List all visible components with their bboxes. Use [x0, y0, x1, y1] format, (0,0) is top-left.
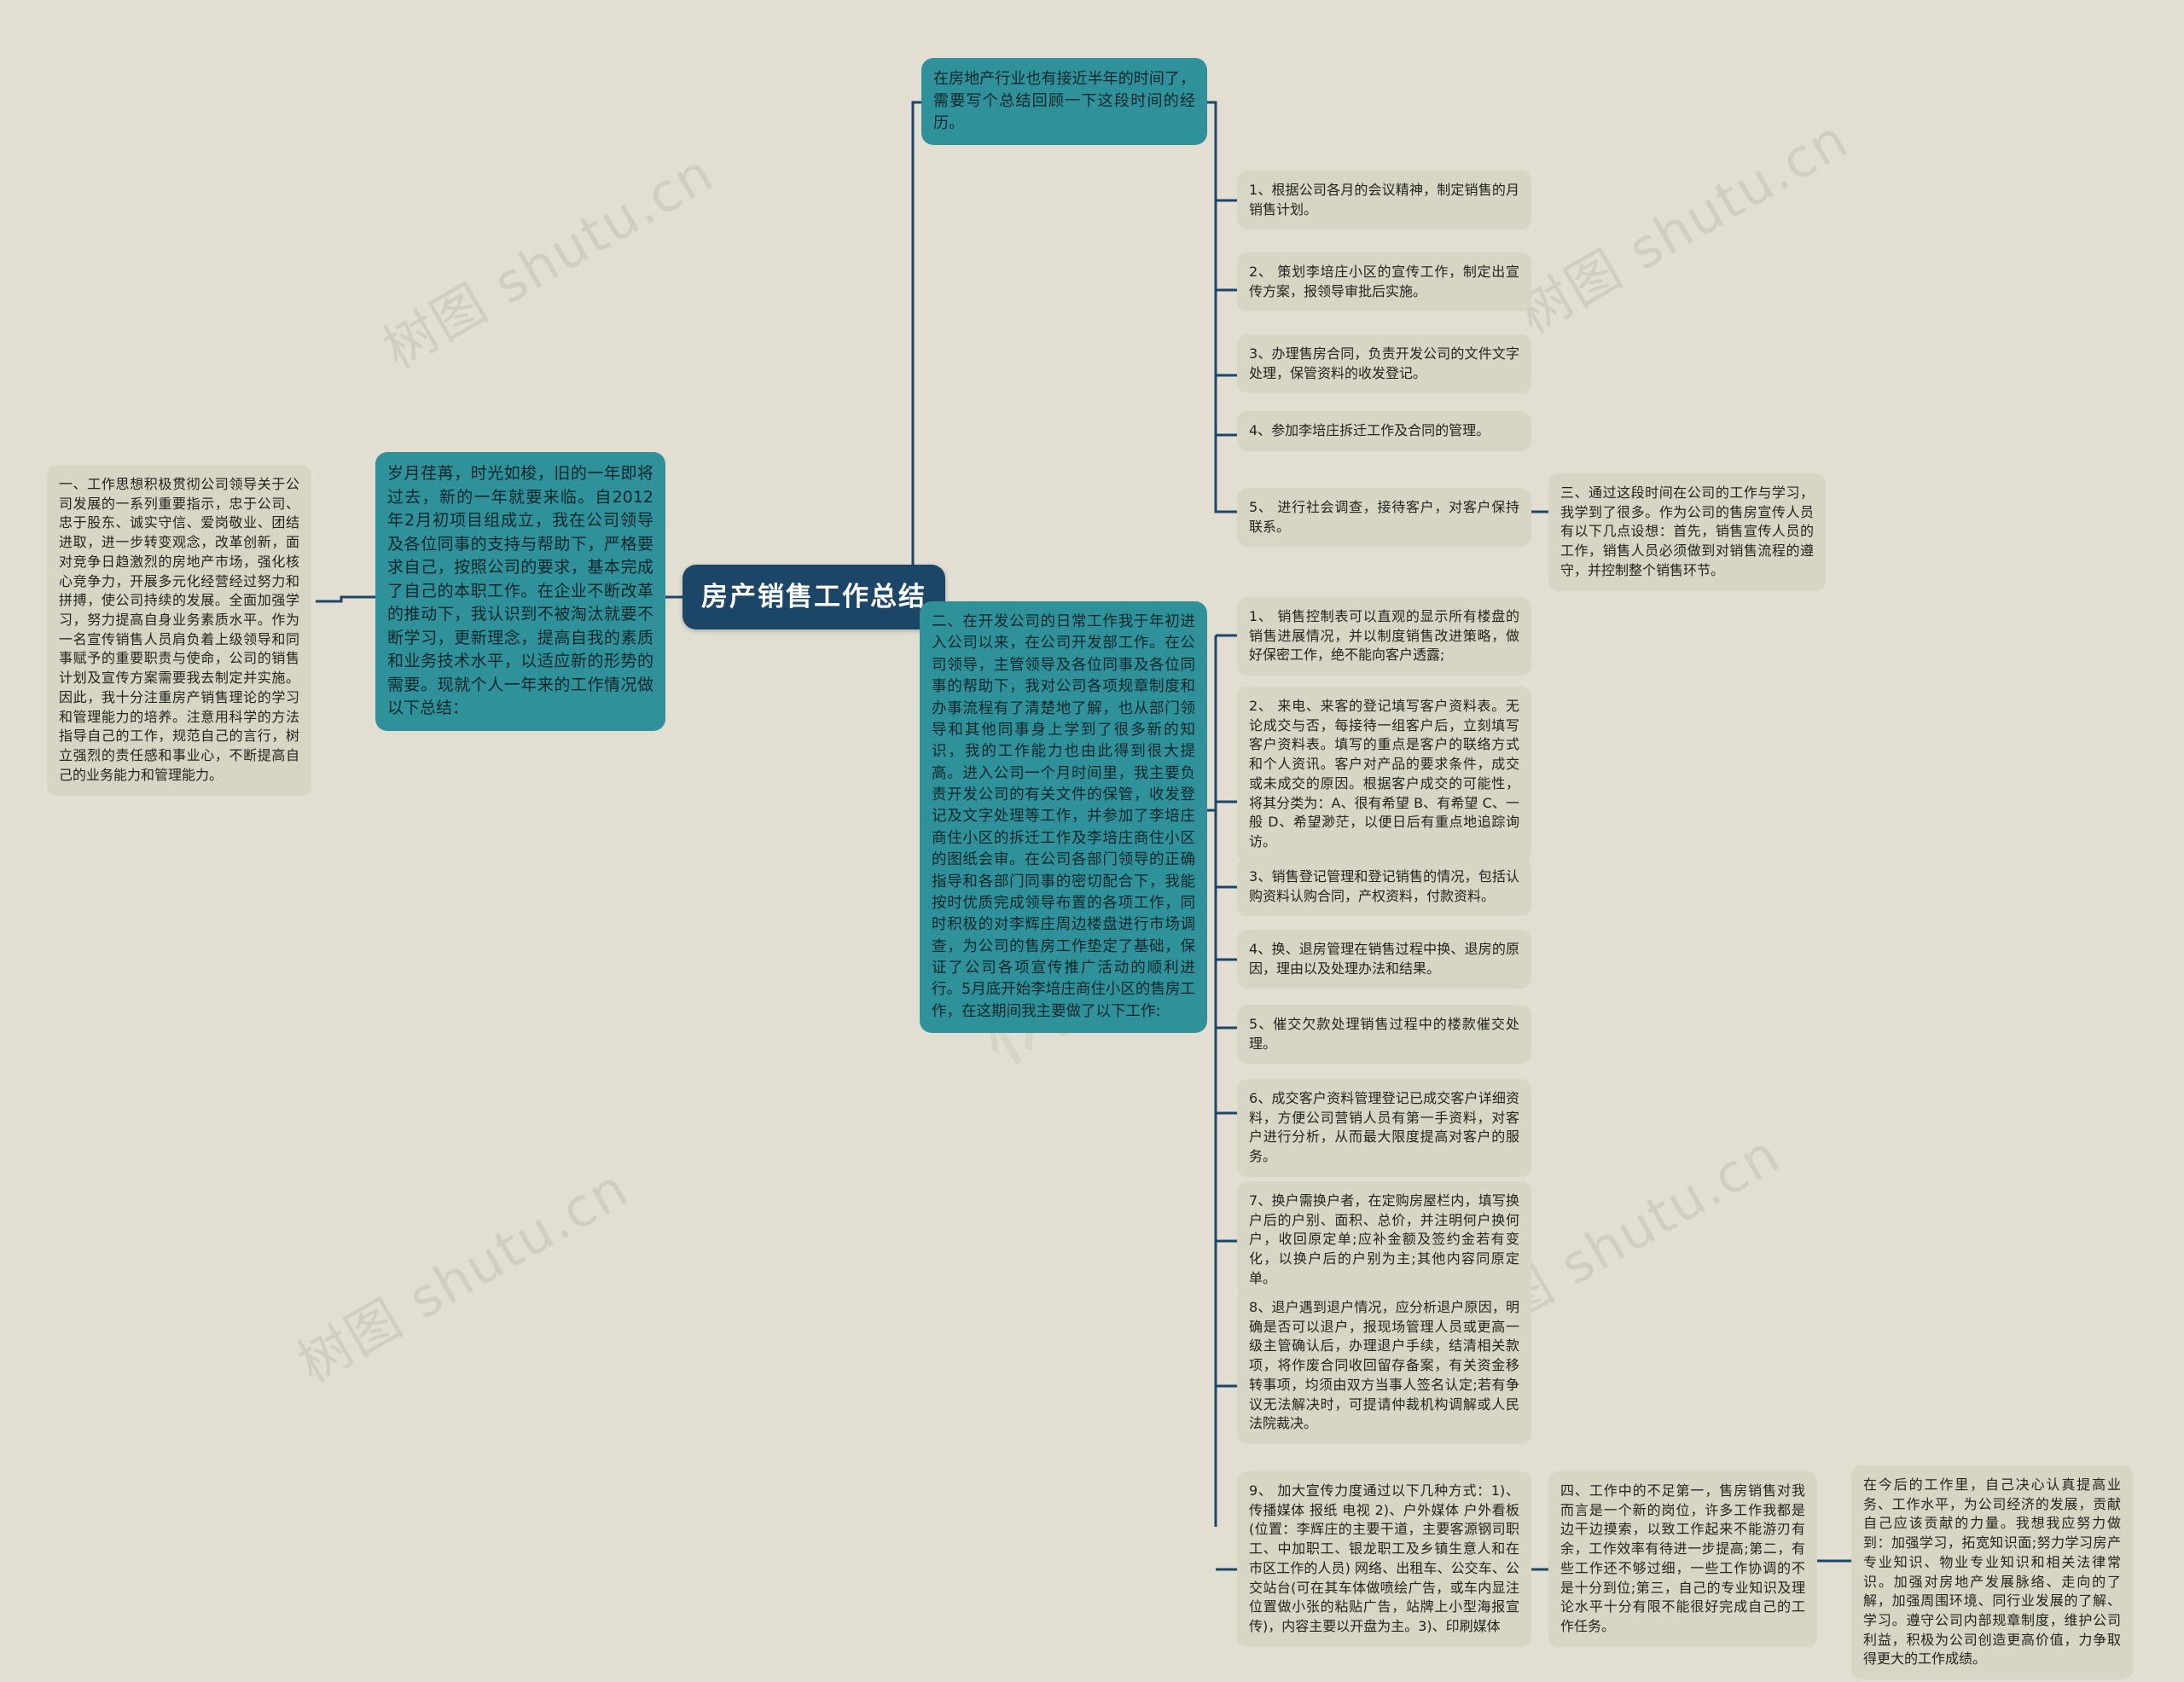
list-item[interactable]: 5、催交欠款处理销售过程中的楼款催交处理。 — [1237, 1005, 1531, 1064]
root-title: 房产销售工作总结 — [701, 582, 926, 612]
list-item[interactable]: 4、参加李培庄拆迁工作及合同的管理。 — [1237, 411, 1531, 451]
list-item-text: 8、退户遇到退户情况，应分析退户原因，明确是否可以退户，报现场管理人员或更高一级… — [1249, 1299, 1519, 1432]
node-intro-teal[interactable]: 岁月荏苒，时光如梭，旧的一年即将过去，新的一年就要来临。自2012年2月初项目组… — [375, 452, 665, 732]
list-item-text: 4、参加李培庄拆迁工作及合同的管理。 — [1249, 422, 1490, 438]
list-item[interactable]: 8、退户遇到退户情况，应分析退户原因，明确是否可以退户，报现场管理人员或更高一级… — [1237, 1288, 1531, 1445]
node-outlook[interactable]: 在今后的工作里，自己决心认真提高业务、工作水平，为公司经济的发展，贡献自己应该贡… — [1851, 1465, 2133, 1680]
list-item-text: 2、 策划李培庄小区的宣传工作，制定出宣传方案，报领导审批后实施。 — [1249, 264, 1519, 299]
list-item[interactable]: 5、 进行社会调查，接待客户，对客户保持联系。 — [1237, 488, 1531, 548]
watermark: 树图 shutu.cn — [288, 1156, 639, 1395]
list-item-text: 1、 销售控制表可以直观的显示所有楼盘的销售进展情况，并以制度销售改进策略，做好… — [1249, 608, 1519, 664]
root-node[interactable]: 房产销售工作总结 — [682, 565, 945, 630]
list-item[interactable]: 9、 加大宣传力度通过以下几种方式：1)、传播媒体 报纸 电视 2)、户外媒体 … — [1237, 1471, 1531, 1647]
node-top-teal[interactable]: 在房地产行业也有接近半年的时间了，需要写个总结回顾一下这段时间的经历。 — [921, 58, 1207, 146]
list-item-text: 4、换、退房管理在销售过程中换、退房的原因，理由以及处理办法和结果。 — [1249, 941, 1519, 977]
list-item-text: 5、 进行社会调查，接待客户，对客户保持联系。 — [1249, 499, 1519, 535]
watermark: 树图 shutu.cn — [1507, 107, 1859, 346]
list-item[interactable]: 4、换、退房管理在销售过程中换、退房的原因，理由以及处理办法和结果。 — [1237, 930, 1531, 989]
list-item[interactable]: 2、 来电、来客的登记填写客户资料表。无论成交与否，每接待一组客户后，立刻填写客… — [1237, 687, 1531, 862]
watermark: 树图 shutu.cn — [373, 141, 724, 380]
node-text: 在房地产行业也有接近半年的时间了，需要写个总结回顾一下这段时间的经历。 — [933, 70, 1195, 133]
node-section-two[interactable]: 二、在开发公司的日常工作我于年初进入公司以来，在公司开发部工作。在公司领导，主管… — [920, 601, 1207, 1034]
list-item[interactable]: 3、办理售房合同，负责开发公司的文件文字处理，保管资料的收发登记。 — [1237, 334, 1531, 394]
node-text: 四、工作中的不足第一，售房销售对我而言是一个新的岗位，许多工作我都是边干边摸索，… — [1560, 1482, 1805, 1635]
list-item-text: 3、办理售房合同，负责开发公司的文件文字处理，保管资料的收发登记。 — [1249, 345, 1519, 381]
list-item[interactable]: 3、销售登记管理和登记销售的情况，包括认购资料认购合同，产权资料，付款资料。 — [1237, 857, 1531, 917]
list-item[interactable]: 1、根据公司各月的会议精神，制定销售的月销售计划。 — [1237, 171, 1531, 230]
list-item[interactable]: 7、换户需换户者，在定购房屋栏内，填写换户后的户别、面积、总价，并注明何户换何户… — [1237, 1181, 1531, 1299]
node-text: 三、通过这段时间在公司的工作与学习，我学到了很多。作为公司的售房宣传人员有以下几… — [1560, 484, 1814, 578]
list-item[interactable]: 2、 策划李培庄小区的宣传工作，制定出宣传方案，报领导审批后实施。 — [1237, 252, 1531, 312]
list-item-text: 1、根据公司各月的会议精神，制定销售的月销售计划。 — [1249, 182, 1519, 218]
node-text: 岁月荏苒，时光如梭，旧的一年即将过去，新的一年就要来临。自2012年2月初项目组… — [387, 464, 653, 718]
node-text: 二、在开发公司的日常工作我于年初进入公司以来，在公司开发部工作。在公司领导，主管… — [932, 613, 1195, 1020]
node-intro-left[interactable]: 一、工作思想积极贯彻公司领导关于公司发展的一系列重要指示，忠于公司、忠于股东、诚… — [47, 465, 311, 796]
list-item-text: 7、换户需换户者，在定购房屋栏内，填写换户后的户别、面积、总价，并注明何户换何户… — [1249, 1192, 1519, 1286]
node-text: 在今后的工作里，自己决心认真提高业务、工作水平，为公司经济的发展，贡献自己应该贡… — [1863, 1476, 2121, 1668]
list-item-text: 6、成交客户资料管理登记已成交客户详细资料，方便公司营销人员有第一手资料，对客户… — [1249, 1090, 1519, 1165]
node-section-three[interactable]: 三、通过这段时间在公司的工作与学习，我学到了很多。作为公司的售房宣传人员有以下几… — [1548, 473, 1826, 591]
list-item-text: 2、 来电、来客的登记填写客户资料表。无论成交与否，每接待一组客户后，立刻填写客… — [1249, 698, 1519, 850]
node-text: 一、工作思想积极贯彻公司领导关于公司发展的一系列重要指示，忠于公司、忠于股东、诚… — [59, 476, 299, 783]
list-item-text: 9、 加大宣传力度通过以下几种方式：1)、传播媒体 报纸 电视 2)、户外媒体 … — [1249, 1482, 1519, 1635]
node-section-four[interactable]: 四、工作中的不足第一，售房销售对我而言是一个新的岗位，许多工作我都是边干边摸索，… — [1548, 1471, 1817, 1647]
list-item-text: 3、销售登记管理和登记销售的情况，包括认购资料认购合同，产权资料，付款资料。 — [1249, 868, 1519, 904]
list-item[interactable]: 6、成交客户资料管理登记已成交客户详细资料，方便公司营销人员有第一手资料，对客户… — [1237, 1079, 1531, 1177]
list-item-text: 5、催交欠款处理销售过程中的楼款催交处理。 — [1249, 1016, 1519, 1052]
list-item[interactable]: 1、 销售控制表可以直观的显示所有楼盘的销售进展情况，并以制度销售改进策略，做好… — [1237, 597, 1531, 676]
